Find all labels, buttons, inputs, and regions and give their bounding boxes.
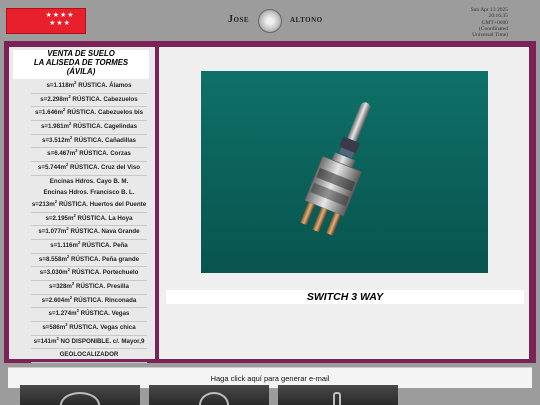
sidebar-item[interactable]: s=1.981m2 RÚSTICA. Cagelindas [31, 121, 147, 135]
clock-line: Universal Time) [472, 32, 508, 39]
toggle-switch-image [201, 71, 488, 273]
site-name-first: Jose [228, 14, 250, 25]
sidebar-item-suffix: RÚSTICA. La Hoya [75, 214, 133, 222]
sidebar-item-prefix: GEOLOCALIZADOR [59, 351, 119, 359]
sidebar-item-prefix: s=1.077m [38, 228, 67, 236]
sidebar-item-prefix: s=1.646m [34, 109, 63, 117]
sidebar-item[interactable]: s=3.030m2 RÚSTICA. Portechuelo [31, 267, 147, 281]
sidebar-item[interactable]: s=1.118m2 RÚSTICA. Álamos [31, 80, 147, 94]
sidebar-item-suffix: RÚSTICA. Cañadillas [72, 136, 136, 144]
sidebar-item-suffix: RÚSTICA. Cabezuelos bis [65, 109, 144, 117]
toggle-switch-graphic [300, 102, 371, 236]
sidebar-item-prefix: s=1.274m [48, 310, 77, 318]
sidebar-item-prefix: s=1.118m [46, 82, 75, 89]
thumbnail-shape [60, 392, 100, 405]
sidebar-item-prefix: s=5.744m [37, 164, 66, 172]
sidebar-item-prefix: s=141m [33, 337, 57, 345]
sidebar-item[interactable]: s=2.195m2 RÚSTICA. La Hoya [31, 213, 147, 227]
sidebar-item-suffix: RÚSTICA. Presilla [74, 282, 129, 290]
sidebar-item-suffix: NO DISPONIBLE. c/. Mayor,9 [58, 337, 145, 345]
sidebar-item-prefix: s=586m [42, 324, 66, 331]
sidebar-item[interactable]: Encinas Hdros. Francisco B. L. [31, 187, 147, 199]
sidebar-item-suffix: RÚSTICA. Cabezuelos [70, 95, 138, 103]
madrid-flag-logo: ★★★★ ★★★ [6, 8, 86, 34]
sidebar-item-suffix: RÚSTICA. Vegas chica [67, 324, 136, 331]
sidebar-item-prefix: s=328m [49, 282, 72, 290]
sidebar-item-suffix: RÚSTICA. Peña [80, 241, 128, 249]
thumbnail-shape [199, 392, 229, 405]
sidebar-item-suffix: RÚSTICA. Portechuelo [69, 269, 139, 277]
sidebar-item[interactable]: s=213m2 RÚSTICA. Huertos del Puente [31, 199, 147, 213]
sidebar-item[interactable]: s=2.298m2 RÚSTICA. Cabezuelos [31, 94, 147, 108]
flag-stars: ★★★★ ★★★ [45, 12, 75, 27]
sidebar-item-prefix: s=1.981m [40, 123, 70, 131]
crest-icon [258, 9, 282, 33]
sidebar-item[interactable]: s=5.744m2 RÚSTICA. Cruz del Viso [31, 162, 147, 176]
sidebar-item-prefix: Encinas Hdros. Cayo B. M. [49, 177, 129, 185]
sidebar-item-suffix: RÚSTICA. Cruz del Viso [68, 164, 141, 172]
sidebar-title-line: (ÁVILA) [66, 66, 96, 76]
sidebar-item-suffix: RÚSTICA. Cagelindas [71, 123, 138, 131]
sidebar-item-prefix: s=6.467m [47, 150, 76, 158]
sidebar-item-prefix: s=2.298m [40, 95, 69, 103]
product-title: SWITCH 3 WAY [166, 290, 524, 304]
sidebar-item[interactable]: s=6.467m2 RÚSTICA. Corzas [31, 148, 147, 163]
sidebar-item-prefix: s=1.116m [50, 241, 78, 249]
sidebar-item[interactable]: s=8.558m2 RÚSTICA. Peña grande [31, 254, 147, 268]
sidebar-item-suffix: RÚSTICA. Rinconada [72, 296, 137, 304]
sidebar-item[interactable]: s=2.604m2 RÚSTICA. Rinconada [31, 295, 147, 309]
thumbnail-image[interactable] [149, 385, 269, 405]
clock-readout: Sun Apr 13 2025 20:16:35 GMT+0000 (Coord… [428, 7, 508, 38]
sidebar-item[interactable]: s=1.116m2 RÚSTICA. Peña [31, 240, 147, 254]
sidebar-item[interactable]: s=3.512m2 RÚSTICA. Cañadillas [31, 135, 147, 149]
header: ★★★★ ★★★ Jose altono Sun Apr 13 2025 20:1… [0, 0, 540, 42]
sidebar-item-suffix: RÚSTICA. Álamos [76, 82, 132, 89]
sidebar-item-prefix: s=213m [31, 200, 55, 208]
thumbnail-image[interactable] [20, 385, 140, 405]
thumbnail-image[interactable] [278, 385, 398, 405]
sidebar-title: VENTA DE SUELO LA ALISEDA DE TORMES (ÁVI… [13, 49, 149, 79]
sidebar-item-suffix: RÚSTICA. Vegas [78, 310, 130, 318]
sidebar-item[interactable]: s=1.077m2 RÚSTICA. Nava Grande [31, 226, 147, 240]
sidebar-item[interactable]: s=328m2 RÚSTICA. Presilla [31, 281, 147, 295]
sidebar-item-prefix: s=2.604m [41, 296, 70, 304]
sidebar-item[interactable]: s=1.274m2 RÚSTICA. Vegas [31, 308, 147, 322]
sidebar-item-suffix: RÚSTICA. Nava Grande [68, 228, 140, 236]
sidebar-item[interactable]: Encinas Hdros. Cayo B. M. [31, 176, 147, 188]
thumbnail-shape [333, 392, 341, 405]
sidebar-item-prefix: s=8.558m [38, 255, 67, 263]
sidebar-item[interactable]: s=586m2 RÚSTICA. Vegas chica [31, 322, 147, 336]
sidebar-item-prefix: s=3.512m [42, 136, 71, 144]
sidebar-item-prefix: s=2.195m [45, 214, 74, 222]
sidebar-item[interactable]: GEOLOCALIZADOR [31, 349, 147, 364]
sidebar-item[interactable]: s=141m2 NO DISPONIBLE. c/. Mayor,9 [31, 336, 147, 350]
sidebar-item-prefix: s=3.030m [39, 269, 68, 277]
sidebar-item-suffix: RÚSTICA. Corzas [77, 150, 131, 158]
sidebar-list: s=1.118m2 RÚSTICA. Álamos s=2.298m2 RÚSTI… [31, 80, 147, 364]
sidebar-item-suffix: RÚSTICA. Peña grande [69, 255, 140, 263]
sidebar-item-prefix: Encinas Hdros. Francisco B. L. [43, 189, 135, 197]
sidebar-item[interactable]: s=1.646m2 RÚSTICA. Cabezuelos bis [31, 107, 147, 122]
site-name-last: altono [290, 14, 323, 25]
sidebar-item-suffix: RÚSTICA. Huertos del Puente [57, 200, 147, 208]
